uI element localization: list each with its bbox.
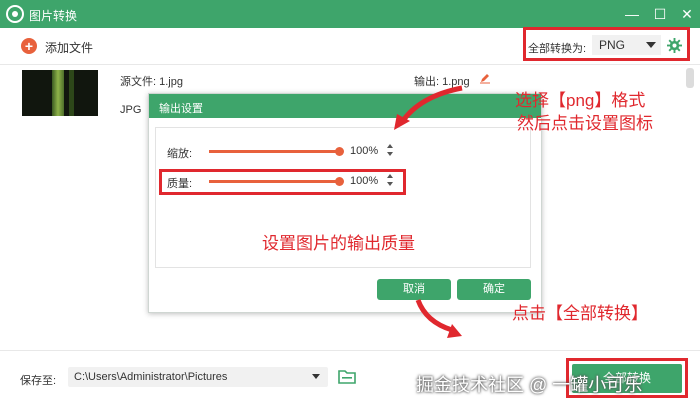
watermark: 掘金技术社区 @ 一罐小可乐 [416, 375, 643, 395]
window-title: 图片转换 [29, 9, 78, 23]
source-format-label: JPG [120, 104, 142, 116]
convert-all-label: 全部转换为: [528, 43, 587, 55]
quality-value[interactable]: 100% [350, 175, 378, 187]
quality-slider-track[interactable] [209, 180, 339, 183]
scrollbar[interactable] [686, 68, 694, 88]
save-path-field[interactable]: C:\Users\Administrator\Pictures [68, 367, 328, 387]
ok-button[interactable]: 确定 [457, 279, 531, 300]
scale-label: 缩放: [167, 148, 193, 160]
app-logo-icon [6, 5, 24, 23]
folder-icon[interactable] [338, 369, 356, 384]
maximize-button[interactable]: ☐ [650, 4, 670, 24]
format-hint-line1: 选择【png】格式 [515, 91, 646, 110]
quality-label: 质量: [167, 178, 193, 190]
convert-hint: 点击【全部转换】 [512, 304, 648, 323]
minimize-button[interactable]: — [622, 4, 642, 24]
file-thumbnail [22, 70, 98, 116]
edit-icon[interactable] [479, 72, 491, 84]
chevron-down-icon [646, 42, 656, 48]
quality-slider-handle[interactable] [335, 177, 344, 186]
divider [0, 64, 700, 65]
scale-increment-icon[interactable] [387, 144, 393, 148]
format-select[interactable]: PNG [592, 35, 661, 55]
close-button[interactable]: ✕ [677, 4, 697, 24]
format-hint-line2: 然后点击设置图标 [517, 114, 653, 133]
dialog-header: 输出设置 [149, 94, 541, 118]
gear-icon[interactable] [667, 38, 682, 53]
quality-decrement-icon[interactable] [387, 182, 393, 186]
source-file-label: 源文件: 1.jpg [120, 76, 183, 88]
quality-hint: 设置图片的输出质量 [262, 234, 415, 253]
cancel-button[interactable]: 取消 [377, 279, 451, 300]
plus-icon[interactable]: + [21, 38, 37, 54]
add-file-button[interactable]: 添加文件 [45, 39, 93, 56]
scale-decrement-icon[interactable] [387, 152, 393, 156]
quality-increment-icon[interactable] [387, 174, 393, 178]
scale-value[interactable]: 100% [350, 145, 378, 157]
title-bar: 图片转换 — ☐ ✕ [0, 0, 700, 28]
scale-slider-handle[interactable] [335, 147, 344, 156]
format-value: PNG [599, 38, 626, 52]
save-to-label: 保存至: [20, 375, 57, 387]
output-settings-dialog: 输出设置 缩放: 100% 质量: 100% 取消 确定 [148, 93, 542, 313]
output-file-label: 输出: 1.png [414, 76, 470, 88]
chevron-down-icon[interactable] [312, 374, 320, 379]
save-path-value: C:\Users\Administrator\Pictures [74, 371, 228, 383]
dialog-title: 输出设置 [159, 103, 203, 115]
scale-slider-track[interactable] [209, 150, 339, 153]
